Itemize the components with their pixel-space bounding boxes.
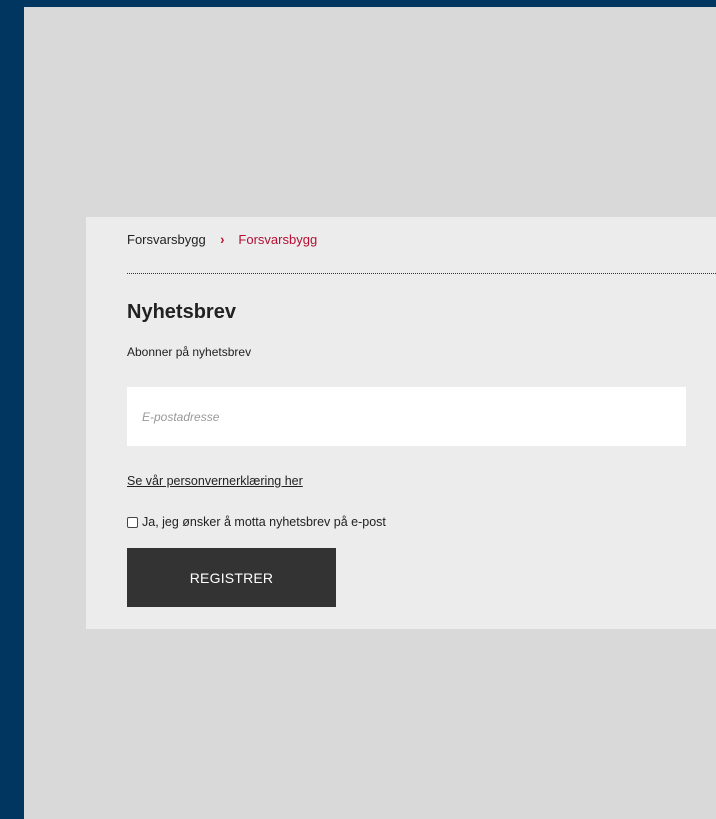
consent-label: Ja, jeg ønsker å motta nyhetsbrev på e-p… — [142, 515, 386, 529]
breadcrumb: Forsvarsbygg › Forsvarsbygg — [127, 231, 317, 247]
newsletter-card: Forsvarsbygg › Forsvarsbygg Nyhetsbrev A… — [86, 217, 716, 629]
breadcrumb-item-current[interactable]: Forsvarsbygg — [238, 232, 317, 247]
page-subtitle: Abonner på nyhetsbrev — [127, 345, 252, 359]
breadcrumb-divider — [127, 273, 716, 274]
breadcrumb-item-home[interactable]: Forsvarsbygg — [127, 232, 206, 247]
privacy-policy-link[interactable]: Se vår personvernerklæring her — [127, 474, 303, 488]
register-button[interactable]: REGISTRER — [127, 548, 336, 607]
consent-checkbox[interactable] — [127, 516, 138, 528]
chevron-right-icon: › — [219, 231, 225, 247]
page-background: Forsvarsbygg › Forsvarsbygg Nyhetsbrev A… — [24, 7, 716, 819]
email-field[interactable] — [127, 387, 686, 446]
consent-row[interactable]: Ja, jeg ønsker å motta nyhetsbrev på e-p… — [127, 515, 386, 529]
page-title: Nyhetsbrev — [127, 301, 236, 323]
